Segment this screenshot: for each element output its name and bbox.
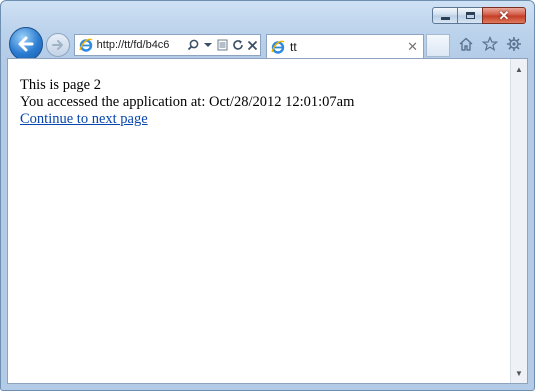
- home-icon[interactable]: [454, 33, 478, 55]
- back-arrow-icon: [18, 36, 34, 52]
- forward-button[interactable]: [46, 33, 70, 57]
- vertical-scrollbar[interactable]: ▲ ▼: [510, 59, 527, 383]
- close-icon: ✕: [498, 8, 510, 23]
- address-bar[interactable]: http://tt/fd/b4c6: [74, 34, 261, 56]
- page-body: This is page 2 You accessed the applicat…: [20, 77, 354, 128]
- minimize-button[interactable]: [432, 7, 458, 24]
- close-window-button[interactable]: ✕: [482, 7, 526, 24]
- new-tab-button[interactable]: [426, 34, 450, 57]
- address-tools: [185, 36, 260, 54]
- browser-window: ✕ http://tt/fd/b4c6 tt ✕ This is page 2 …: [0, 0, 535, 391]
- forward-arrow-icon: [52, 40, 63, 50]
- tab-title: tt: [290, 39, 297, 54]
- search-icon[interactable]: [185, 36, 200, 54]
- maximize-button[interactable]: [457, 7, 483, 24]
- command-icons: [454, 33, 526, 55]
- scroll-down-icon[interactable]: ▼: [511, 365, 527, 381]
- scroll-up-icon[interactable]: ▲: [511, 61, 527, 77]
- back-button[interactable]: [9, 27, 43, 61]
- page-viewport: This is page 2 You accessed the applicat…: [7, 58, 528, 384]
- tab-close-icon[interactable]: ✕: [407, 39, 418, 55]
- continue-link[interactable]: Continue to next page: [20, 111, 148, 127]
- access-time-text: You accessed the application at: Oct/28/…: [20, 94, 355, 110]
- star-icon[interactable]: [478, 33, 502, 55]
- compatibility-view-icon[interactable]: [215, 36, 230, 54]
- ie-logo-icon: [269, 40, 287, 54]
- gear-icon[interactable]: [502, 33, 526, 55]
- stop-icon[interactable]: [245, 36, 260, 54]
- window-controls: ✕: [432, 7, 526, 24]
- address-text: http://tt/fd/b4c6: [96, 39, 170, 51]
- page-heading-text: This is page 2: [20, 77, 101, 93]
- minimize-icon: [440, 17, 450, 20]
- tab-active[interactable]: tt ✕: [266, 34, 424, 58]
- ie-logo-icon: [77, 38, 95, 52]
- chevron-down-icon[interactable]: [200, 36, 215, 54]
- maximize-icon: [465, 12, 475, 19]
- refresh-icon[interactable]: [230, 36, 245, 54]
